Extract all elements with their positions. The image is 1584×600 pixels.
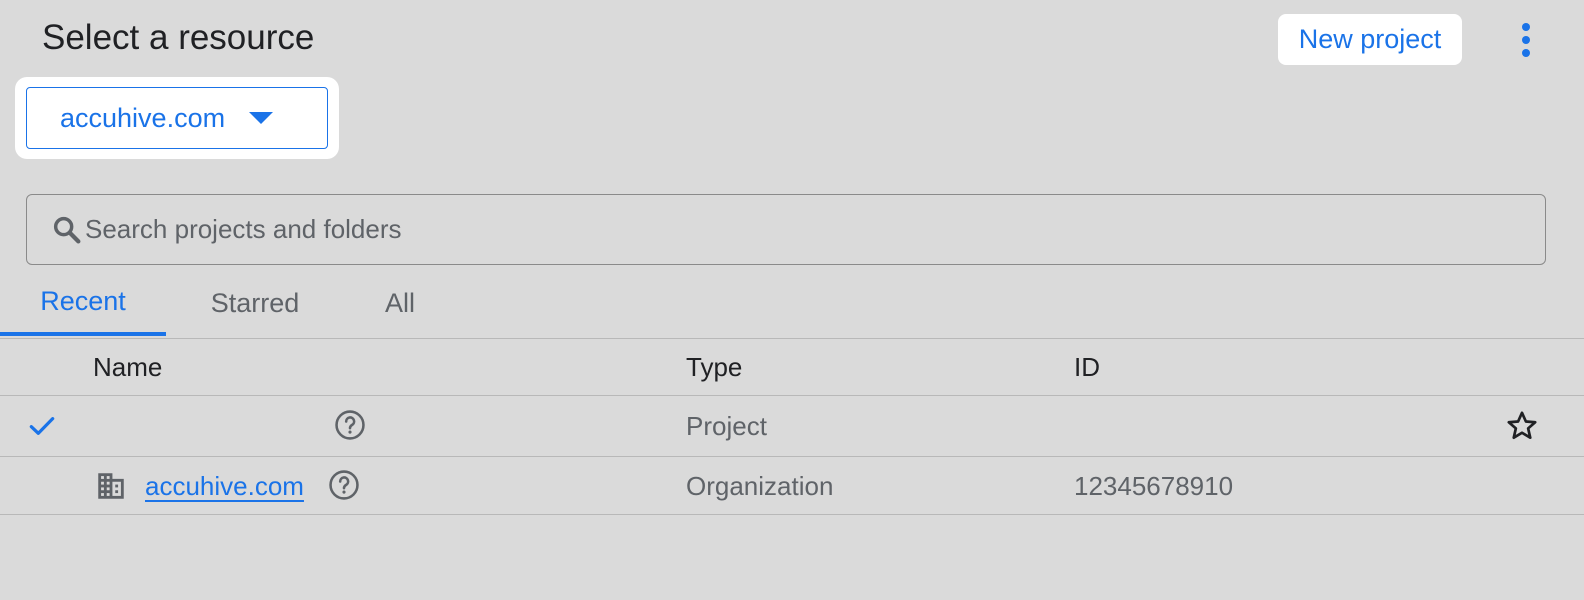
help-icon[interactable] (327, 468, 361, 502)
tab-recent[interactable]: Recent (0, 270, 166, 336)
column-header-name[interactable]: Name (93, 352, 162, 382)
kebab-dot (1522, 49, 1530, 57)
arrow-drop-down-icon (249, 112, 274, 124)
table-row[interactable]: accuhive.com Organization 12345678910 (0, 457, 1584, 515)
resource-name-link[interactable]: accuhive.com (145, 471, 304, 501)
search-input[interactable] (85, 209, 1485, 250)
select-resource-dialog: Select a resource New project accuhive.c… (0, 0, 1584, 600)
organization-icon (98, 473, 124, 499)
dialog-title: Select a resource (42, 18, 315, 57)
tab-starred[interactable]: Starred (166, 270, 344, 336)
table-row[interactable]: Project (0, 396, 1584, 457)
star-outline-icon[interactable] (1504, 408, 1540, 444)
resource-type: Project (686, 411, 767, 441)
search-icon (53, 216, 81, 243)
org-selector-button[interactable]: accuhive.com (26, 87, 328, 149)
help-icon[interactable] (333, 408, 367, 442)
tab-bar: Recent Starred All (0, 270, 1584, 339)
org-selector-label: accuhive.com (60, 102, 226, 133)
resource-type: Organization (686, 471, 834, 501)
column-header-type: Type (686, 352, 743, 382)
new-project-button[interactable]: New project (1278, 14, 1462, 65)
check-icon (29, 417, 55, 435)
tab-all[interactable]: All (344, 270, 456, 336)
more-vert-icon[interactable] (1510, 20, 1542, 60)
resource-id: 12345678910 (1074, 471, 1234, 501)
table-header-row: Name Type ID (0, 339, 1584, 396)
search-box[interactable] (26, 194, 1546, 265)
column-header-id: ID (1074, 352, 1100, 382)
kebab-dot (1522, 36, 1530, 44)
kebab-dot (1522, 23, 1530, 31)
